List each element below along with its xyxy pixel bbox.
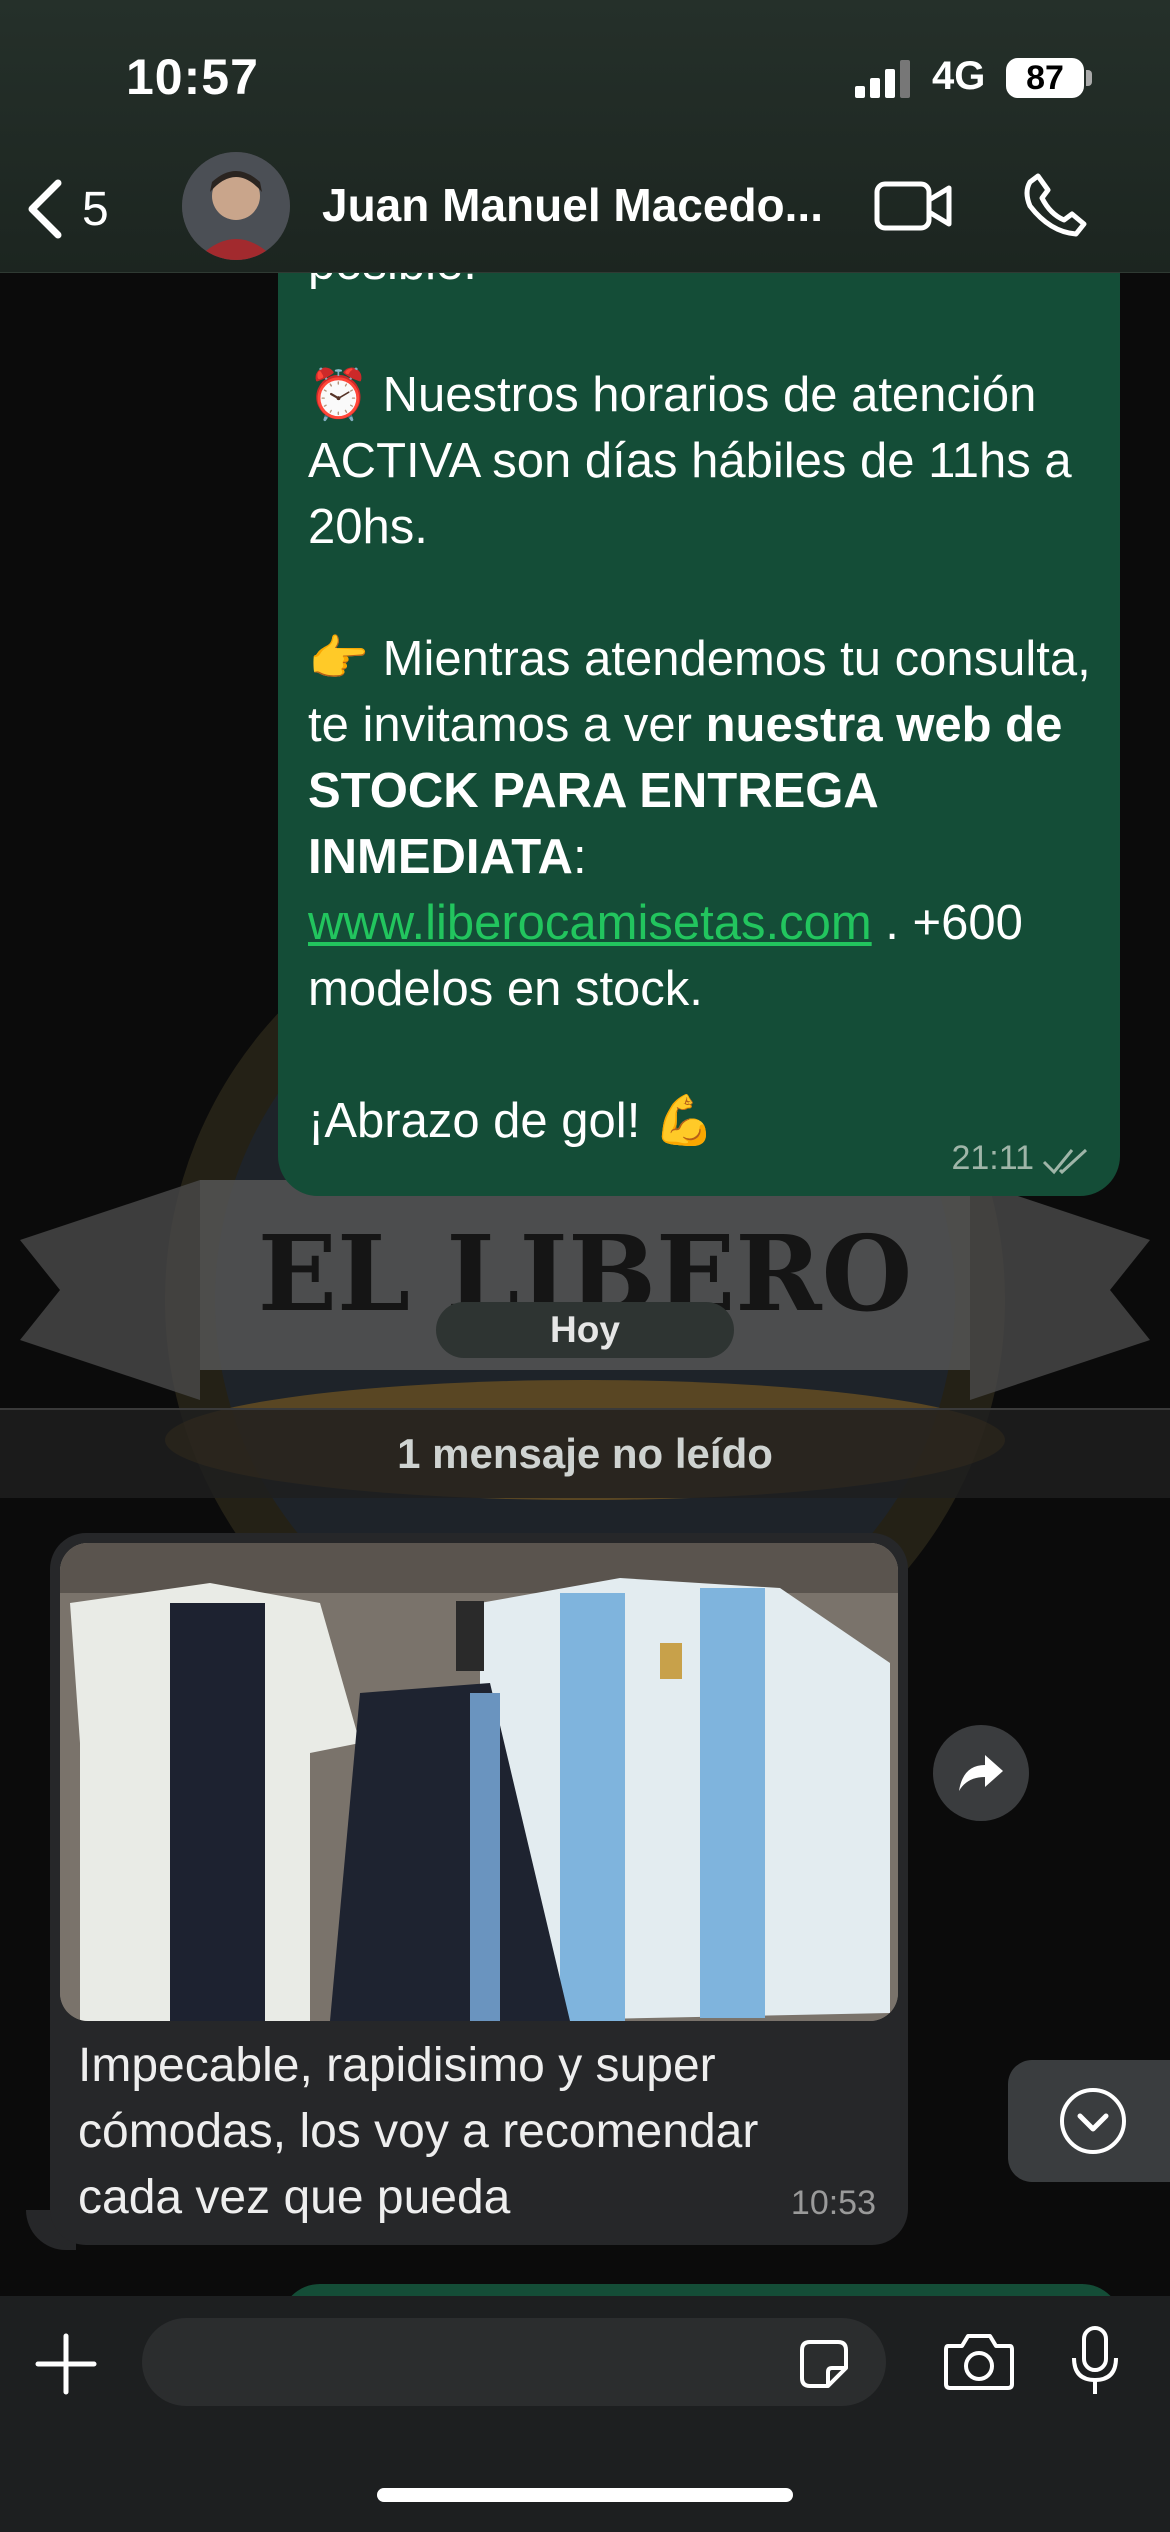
message-input[interactable] (142, 2318, 886, 2406)
chat-header: 10:57 4G 87 5 Juan Manuel Macedo... (0, 0, 1170, 273)
back-button[interactable]: 5 (24, 174, 109, 244)
battery-indicator: 87 (1006, 58, 1084, 98)
website-link[interactable]: www.liberocamisetas.com (308, 896, 872, 950)
jerseys-photo (60, 1543, 898, 2021)
sticker-icon[interactable] (796, 2336, 852, 2392)
outgoing-message-time: 21:11 (951, 1139, 1034, 1177)
network-type: 4G (932, 54, 986, 98)
avatar-photo (182, 152, 290, 260)
phone-call-icon[interactable] (1020, 170, 1090, 240)
incoming-message-time: 10:53 (790, 2184, 876, 2222)
battery-tip (1086, 70, 1092, 86)
message-paragraph-hours: ⏰ Nuestros horarios de atención ACTIVA s… (308, 368, 1072, 554)
chevron-down-circle-icon (1060, 2088, 1126, 2154)
incoming-message-bubble[interactable]: Impecable, rapidisimo y super cómodas, l… (50, 1533, 908, 2245)
double-check-icon (1042, 1148, 1088, 1175)
camera-icon[interactable] (942, 2330, 1016, 2392)
message-photo[interactable] (60, 1543, 898, 2021)
cellular-signal-icon (855, 60, 910, 98)
video-call-icon[interactable] (873, 178, 953, 234)
message-colon: : (572, 830, 587, 884)
plus-icon[interactable] (34, 2332, 98, 2396)
contact-name[interactable]: Juan Manuel Macedo... (322, 178, 823, 232)
home-indicator (377, 2488, 793, 2502)
unread-messages-banner: 1 mensaje no leído (0, 1408, 1170, 1498)
forward-button[interactable] (933, 1725, 1029, 1821)
incoming-message-text: Impecable, rapidisimo y super cómodas, l… (78, 2039, 759, 2224)
chevron-left-icon (28, 179, 62, 239)
scroll-to-bottom-button[interactable] (1008, 2060, 1170, 2182)
outgoing-message-text: posible. ⏰ Nuestros horarios de atención… (308, 230, 1098, 1154)
outgoing-message-bubble[interactable]: posible. ⏰ Nuestros horarios de atención… (278, 230, 1120, 1196)
unread-chats-count: 5 (82, 182, 109, 236)
status-time: 10:57 (126, 49, 259, 105)
message-closing: ¡Abrazo de gol! 💪 (308, 1094, 715, 1148)
contact-avatar[interactable] (182, 152, 290, 260)
date-divider: Hoy (436, 1302, 734, 1358)
forward-arrow-icon (959, 1755, 1003, 1791)
microphone-icon[interactable] (1070, 2324, 1120, 2398)
